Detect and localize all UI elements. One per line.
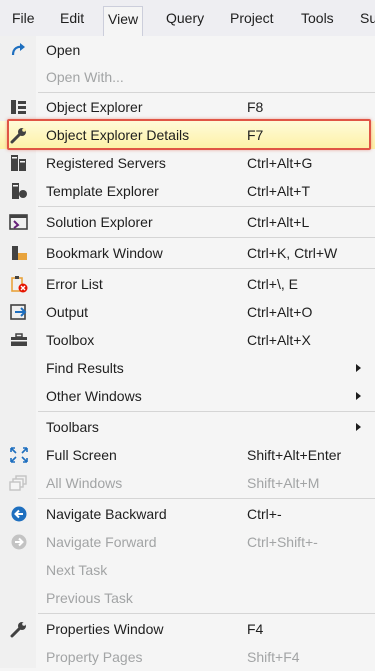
menu-item-navigate-backward[interactable]: Navigate Backward Ctrl+- — [0, 500, 375, 528]
all-windows-icon — [9, 474, 29, 492]
menu-item-label: Navigate Backward — [46, 506, 167, 522]
output-icon — [9, 303, 29, 321]
toolbox-icon — [9, 331, 29, 349]
menu-tools[interactable]: Tools — [297, 6, 338, 31]
menu-item-label: Registered Servers — [46, 155, 166, 171]
menu-item-open[interactable]: Open — [0, 36, 375, 64]
object-explorer-icon — [9, 98, 29, 116]
navigate-backward-icon — [9, 505, 29, 523]
menu-item-bookmark-window[interactable]: Bookmark Window Ctrl+K, Ctrl+W — [0, 239, 375, 267]
menu-item-all-windows: All Windows Shift+Alt+M — [0, 469, 375, 497]
menu-item-label: Object Explorer — [46, 99, 143, 115]
menu-item-toolbox[interactable]: Toolbox Ctrl+Alt+X — [0, 326, 375, 354]
menu-item-label: All Windows — [46, 475, 123, 491]
menu-item-navigate-forward: Navigate Forward Ctrl+Shift+- — [0, 528, 375, 556]
menu-edit[interactable]: Edit — [56, 6, 88, 31]
menu-item-label: Error List — [46, 276, 103, 292]
menu-item-find-results[interactable]: Find Results — [0, 354, 375, 382]
menu-item-previous-task: Previous Task — [0, 584, 375, 612]
menu-separator — [38, 613, 375, 614]
menu-query[interactable]: Query — [162, 6, 208, 31]
submenu-arrow-icon — [356, 364, 361, 372]
menu-item-label: Output — [46, 304, 89, 320]
menu-item-toolbars[interactable]: Toolbars — [0, 413, 375, 441]
menu-file[interactable]: File — [8, 6, 39, 31]
menu-item-property-pages: Property Pages Shift+F4 — [0, 643, 375, 671]
menu-item-full-screen[interactable]: Full Screen Shift+Alt+Enter — [0, 441, 375, 469]
menu-item-registered-servers[interactable]: Registered Servers Ctrl+Alt+G — [0, 149, 375, 177]
menu-item-next-task: Next Task — [0, 556, 375, 584]
menu-item-shortcut: Shift+Alt+M — [247, 475, 320, 491]
menu-separator — [38, 411, 375, 412]
menu-separator — [38, 498, 375, 499]
menu-su[interactable]: Su — [356, 6, 375, 31]
menu-item-object-explorer[interactable]: Object Explorer F8 — [0, 93, 375, 121]
menu-item-shortcut: F8 — [247, 99, 264, 115]
menu-item-shortcut: Ctrl+Alt+T — [247, 183, 311, 199]
menu-view[interactable]: View — [103, 6, 144, 36]
menu-item-label: Open With... — [46, 69, 124, 85]
menu-item-shortcut: Ctrl+- — [247, 506, 282, 522]
menu-item-shortcut: Ctrl+Alt+L — [247, 214, 310, 230]
menu-item-shortcut: Ctrl+Alt+O — [247, 304, 313, 320]
menu-item-other-windows[interactable]: Other Windows — [0, 382, 375, 410]
menu-item-properties-window[interactable]: Properties Window F4 — [0, 615, 375, 643]
menu-item-label: Open — [46, 42, 81, 58]
menu-item-output[interactable]: Output Ctrl+Alt+O — [0, 298, 375, 326]
menu-item-label: Navigate Forward — [46, 534, 157, 550]
menu-bar: File Edit View Query Project Tools Su — [0, 0, 375, 37]
bookmark-window-icon — [9, 244, 29, 262]
wrench-icon — [9, 620, 29, 638]
menu-item-label: Toolbars — [46, 419, 99, 435]
template-explorer-icon — [9, 182, 29, 200]
menu-item-open-with: Open With... — [0, 63, 375, 91]
menu-item-shortcut: Ctrl+K, Ctrl+W — [247, 245, 338, 261]
submenu-arrow-icon — [356, 423, 361, 431]
highlight-annotation-box — [7, 119, 371, 150]
menu-item-template-explorer[interactable]: Template Explorer Ctrl+Alt+T — [0, 177, 375, 205]
menu-item-label: Full Screen — [46, 447, 117, 463]
menu-project[interactable]: Project — [226, 6, 278, 31]
solution-explorer-icon — [9, 213, 29, 231]
menu-item-label: Find Results — [46, 360, 124, 376]
menu-item-label: Next Task — [46, 562, 108, 578]
error-list-icon — [9, 275, 29, 293]
menu-item-shortcut: Ctrl+\, E — [247, 276, 298, 292]
menu-item-label: Template Explorer — [46, 183, 159, 199]
menu-item-label: Toolbox — [46, 332, 95, 348]
menu-item-label: Solution Explorer — [46, 214, 153, 230]
navigate-forward-icon — [9, 533, 29, 551]
menu-item-shortcut: F4 — [247, 621, 264, 637]
menu-separator — [38, 268, 375, 269]
menu-item-label: Other Windows — [46, 388, 142, 404]
menu-item-shortcut: Shift+Alt+Enter — [247, 447, 342, 463]
menu-item-shortcut: Shift+F4 — [247, 649, 300, 665]
menu-item-label: Property Pages — [46, 649, 143, 665]
menu-item-label: Bookmark Window — [46, 245, 163, 261]
menu-item-label: Properties Window — [46, 621, 164, 637]
menu-item-shortcut: Ctrl+Alt+X — [247, 332, 311, 348]
menu-separator — [38, 206, 375, 207]
menu-item-shortcut: Ctrl+Alt+G — [247, 155, 313, 171]
menu-item-error-list[interactable]: Error List Ctrl+\, E — [0, 270, 375, 298]
open-redo-arrow-icon — [9, 41, 29, 59]
registered-servers-icon — [9, 154, 29, 172]
submenu-arrow-icon — [356, 392, 361, 400]
menu-item-solution-explorer[interactable]: Solution Explorer Ctrl+Alt+L — [0, 208, 375, 236]
menu-separator — [38, 237, 375, 238]
menu-item-shortcut: Ctrl+Shift+- — [247, 534, 318, 550]
menu-item-label: Previous Task — [46, 590, 133, 606]
full-screen-icon — [9, 446, 29, 464]
